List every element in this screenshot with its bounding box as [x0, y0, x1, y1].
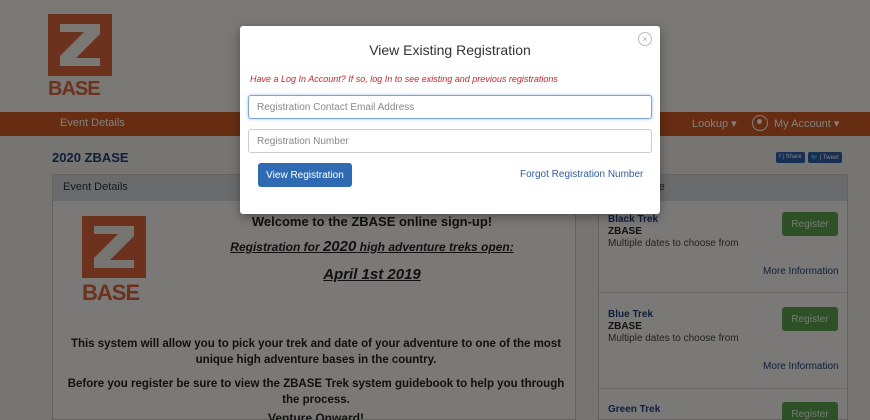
email-field[interactable] — [248, 95, 652, 119]
forgot-registration-number-link[interactable]: Forgot Registration Number — [520, 169, 643, 180]
login-note: Have a Log In Account? If so, log In to … — [250, 74, 558, 84]
registration-number-field[interactable] — [248, 129, 652, 153]
modal-title: View Existing Registration — [369, 42, 531, 58]
view-registration-button[interactable]: View Registration — [258, 163, 352, 187]
view-registration-modal: View Existing Registration × Have a Log … — [240, 26, 660, 214]
close-icon[interactable]: × — [638, 32, 652, 46]
